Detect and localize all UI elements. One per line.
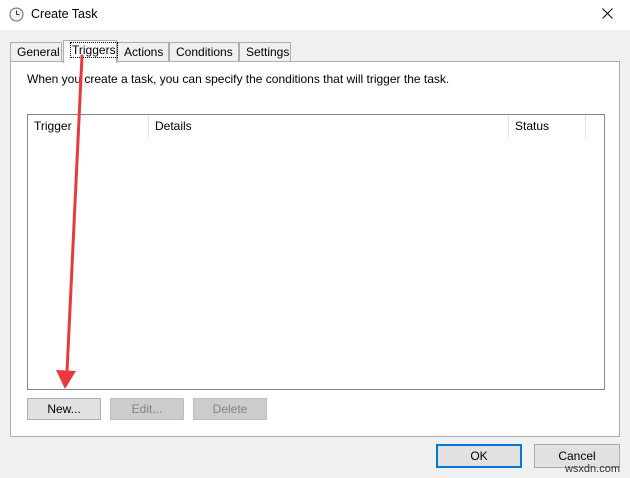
tab-general[interactable]: General [10,42,62,62]
tab-label: Settings [246,45,290,59]
window-title: Create Task [31,7,98,21]
tab-label: General [17,45,60,59]
tab-settings[interactable]: Settings [239,42,291,62]
list-header: Trigger Details Status [28,115,604,138]
button-label: New... [47,402,81,416]
clock-icon [9,7,24,22]
column-divider[interactable] [585,115,586,138]
watermark: wsxdn.com [564,463,620,475]
close-icon [601,8,613,22]
button-label: Delete [212,402,248,416]
column-header-details[interactable]: Details [149,115,508,138]
button-label: Cancel [558,449,596,463]
tab-label: Actions [124,45,164,59]
tab-triggers[interactable]: Triggers [63,40,118,63]
triggers-description: When you create a task, you can specify … [27,72,450,86]
column-header-status[interactable]: Status [509,115,585,138]
triggers-panel: When you create a task, you can specify … [10,61,620,437]
ok-button[interactable]: OK [436,444,522,468]
new-trigger-button[interactable]: New... [27,398,101,420]
tab-conditions[interactable]: Conditions [169,42,239,62]
tab-label: Triggers [70,42,118,58]
tab-actions[interactable]: Actions [117,42,169,62]
triggers-list[interactable]: Trigger Details Status [27,114,605,390]
button-label: Edit... [131,402,163,416]
edit-trigger-button[interactable]: Edit... [110,398,184,420]
close-button[interactable] [584,0,630,30]
button-label: OK [470,449,488,463]
delete-trigger-button[interactable]: Delete [193,398,267,420]
column-header-trigger[interactable]: Trigger [28,115,148,138]
tab-label: Conditions [176,45,233,59]
title-bar: Create Task [0,0,630,30]
create-task-dialog: Create Task General Triggers Actions Con… [0,0,630,478]
